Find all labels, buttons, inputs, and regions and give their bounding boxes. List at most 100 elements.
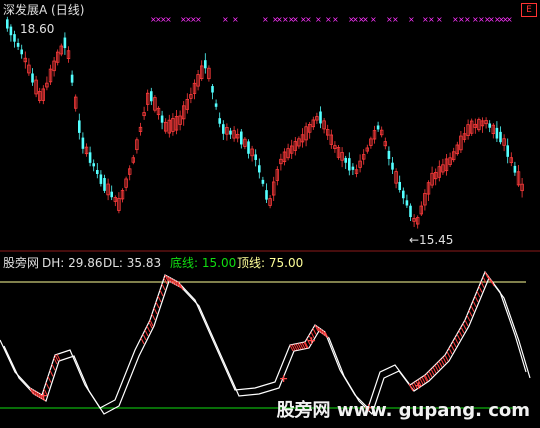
indicator-line-fast xyxy=(0,270,527,410)
indicator-band xyxy=(444,354,449,362)
candle-body xyxy=(405,200,409,206)
chart-root: × × × × × × × × × × × × × × × × × × × × × × × × × × × × × × × × × × × × × × × ×… xyxy=(0,0,540,428)
candle-body xyxy=(254,154,257,160)
signal-mark: × xyxy=(464,15,471,24)
candle-body xyxy=(99,174,103,184)
indicator-band xyxy=(450,344,455,351)
top-line-value: 顶线: 75.00 xyxy=(237,256,304,270)
signal-mark: × xyxy=(165,15,172,24)
indicator-band xyxy=(472,300,477,308)
signal-cross: + xyxy=(307,334,316,347)
indicator-band xyxy=(151,313,156,321)
indicator-band xyxy=(470,305,475,312)
candle-body xyxy=(96,170,99,174)
signal-mark: × xyxy=(428,15,435,24)
indicator-band xyxy=(452,340,457,348)
candle-body xyxy=(240,131,243,145)
indicator-band xyxy=(442,356,447,364)
chart-title: 深发展A (日线) xyxy=(3,3,85,17)
indicator-band xyxy=(464,319,469,327)
candle-body xyxy=(13,34,16,42)
candle-body xyxy=(247,141,250,154)
candle-body xyxy=(16,42,20,47)
candle-body xyxy=(409,205,412,218)
candle-body xyxy=(258,165,261,173)
indicator-band xyxy=(432,366,437,374)
candle-body xyxy=(92,163,95,167)
signal-mark: × xyxy=(325,15,332,24)
signal-mark: × xyxy=(408,15,415,24)
candle-body xyxy=(63,37,67,49)
candle-body xyxy=(376,125,380,130)
indicator-band xyxy=(460,326,465,334)
indicator-band xyxy=(47,376,52,383)
indicator-band xyxy=(440,358,445,366)
indicator-band xyxy=(436,362,441,370)
signal-mark: × xyxy=(392,15,399,24)
watermark-text: 股旁网 www. gupang. com xyxy=(276,400,530,421)
chart-canvas[interactable]: ×××× ×××× × × × ×× × ×× ×× × × × ×× ×× × × × × × × × × × × × × ×× ×… xyxy=(0,0,540,428)
candle-body xyxy=(265,190,268,200)
candle-body xyxy=(20,49,23,55)
dh-value: DH: 29.86 xyxy=(42,256,103,270)
indicator-band xyxy=(45,382,50,389)
candle-body xyxy=(81,137,85,149)
candle-body xyxy=(9,26,13,36)
indicator-band xyxy=(159,289,164,297)
candle-body xyxy=(495,127,499,139)
indicator-band xyxy=(458,330,463,337)
indicator-line-slow xyxy=(3,276,531,416)
signal-mark: × xyxy=(332,15,339,24)
signal-cross: + xyxy=(414,379,423,392)
indicator-band xyxy=(476,290,481,298)
candle-body xyxy=(319,111,322,124)
indicator-band xyxy=(438,360,443,368)
indicator-band xyxy=(430,368,435,376)
low-price-label: ←15.45 xyxy=(409,233,454,247)
indicator-band xyxy=(462,323,467,330)
candle-body xyxy=(391,162,394,170)
indicator-band xyxy=(456,333,461,341)
indicator-band xyxy=(144,329,149,337)
candle-body xyxy=(110,191,113,198)
candle-body xyxy=(211,86,214,93)
indicator-band xyxy=(466,314,471,322)
indicator-band xyxy=(428,370,433,378)
e-badge[interactable]: E xyxy=(521,3,537,17)
candle-body xyxy=(31,73,34,83)
signal-mark: × xyxy=(305,15,312,24)
indicator-band xyxy=(49,370,54,377)
signal-mark: × xyxy=(315,15,322,24)
indicator-band xyxy=(434,364,439,372)
candle-body xyxy=(150,91,153,102)
signal-mark: × xyxy=(370,15,377,24)
signal-mark: × xyxy=(262,15,269,24)
candle-body xyxy=(488,123,491,128)
indicator-band xyxy=(161,283,166,291)
indicator-band xyxy=(409,384,414,392)
signal-mark: × xyxy=(222,15,229,24)
candle-body xyxy=(402,190,405,199)
candle-body xyxy=(214,103,218,107)
indicator-band xyxy=(448,347,453,355)
signal-mark: × xyxy=(436,15,443,24)
high-price-label: 18.60 xyxy=(20,22,55,36)
candle-body xyxy=(513,165,517,173)
indicator-band xyxy=(153,307,158,315)
candle-body xyxy=(351,166,355,170)
candle-body xyxy=(344,157,347,163)
indicator-band xyxy=(426,372,431,380)
candle-body xyxy=(78,120,81,133)
candle-body xyxy=(387,150,391,159)
candle-body xyxy=(6,19,9,29)
candle-body xyxy=(103,178,106,191)
candle-body xyxy=(506,145,509,157)
candle-body xyxy=(70,74,74,83)
candle-body xyxy=(499,131,502,143)
indicator-band xyxy=(142,333,147,341)
candle-body xyxy=(204,60,207,69)
signal-mark: × xyxy=(232,15,239,24)
candle-body xyxy=(222,124,225,134)
candle-body xyxy=(218,118,221,124)
indicator-band xyxy=(474,295,479,303)
